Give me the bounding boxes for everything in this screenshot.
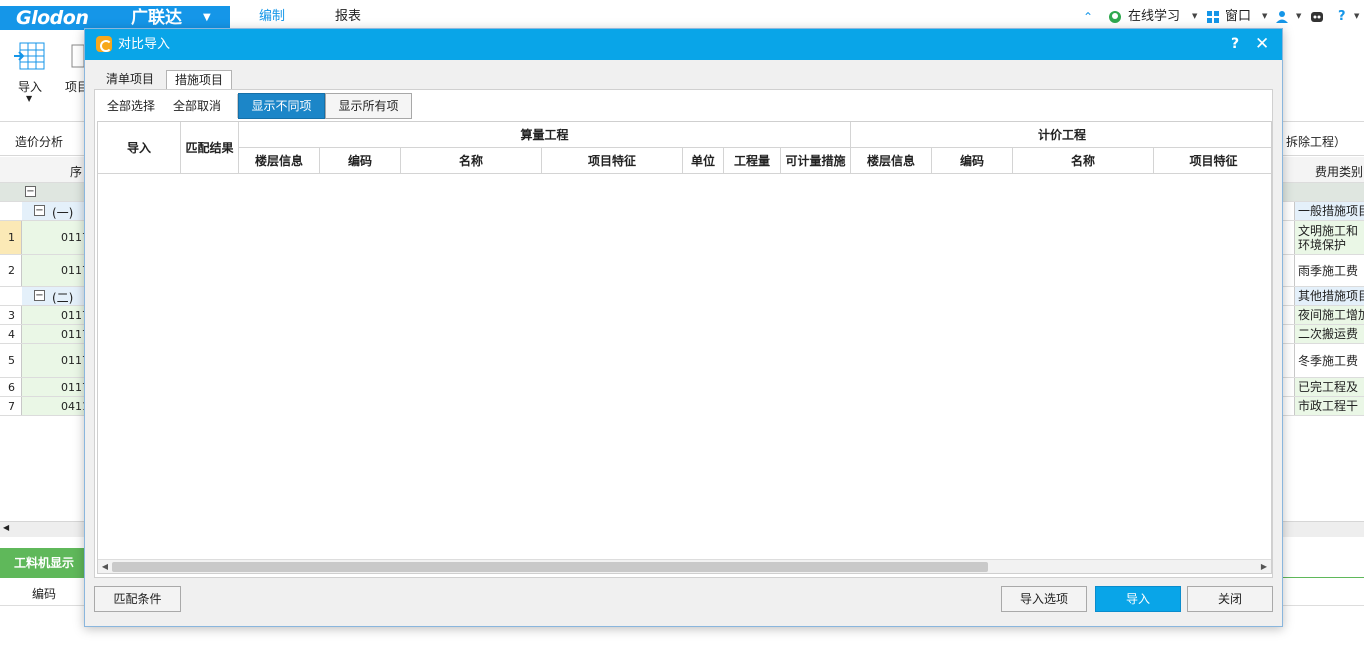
menu-tab-edit[interactable]: 编制 <box>259 9 285 25</box>
chevron-down-icon[interactable]: ▼ <box>1354 11 1359 21</box>
header-left-floor-info: 楼层信息 <box>239 148 320 174</box>
scrollbar-thumb[interactable] <box>112 562 988 572</box>
header-left-measurable: 可计量措施 <box>781 148 851 174</box>
chevron-down-icon[interactable]: ▼ <box>203 6 211 30</box>
window-menu[interactable]: 窗口 <box>1225 8 1251 26</box>
chevron-down-icon[interactable]: ▼ <box>1296 11 1301 21</box>
fee-cell: 市政工程干 <box>1294 397 1364 415</box>
header-left-quantity: 工程量 <box>724 148 781 174</box>
dialog-title: 对比导入 <box>118 37 171 52</box>
close-icon[interactable]: ✕ <box>1255 29 1269 60</box>
header-fee-type: 费用类别 <box>1315 165 1364 179</box>
compare-table: 导入 匹配结果 算量工程 计价工程 楼层信息 编码 名称 项目特征 单位 工程量… <box>97 121 1272 574</box>
header-code: 编码 <box>32 587 57 601</box>
import-options-button[interactable]: 导入选项 <box>1001 586 1087 612</box>
project-icon <box>71 44 84 68</box>
menu-tab-report[interactable]: 报表 <box>335 9 361 25</box>
fee-cell: 二次搬运费 <box>1294 325 1364 343</box>
show-all-toggle[interactable]: 显示所有项 <box>325 93 412 119</box>
row-number: 5 <box>0 344 22 377</box>
fee-cell: 其他措施项目 <box>1294 287 1364 305</box>
online-learning-link[interactable]: 在线学习 <box>1128 8 1180 26</box>
collapse-icon[interactable]: − <box>34 290 45 301</box>
header-left-features: 项目特征 <box>542 148 683 174</box>
group-label: (一) <box>52 206 74 220</box>
tab-cost-analysis[interactable]: 造价分析 <box>15 133 63 150</box>
fee-cell: 雨季施工费 <box>1294 255 1364 286</box>
dialog-title-bar[interactable]: 对比导入 ? ✕ <box>85 29 1282 60</box>
import-button-label[interactable]: 导入 <box>18 78 42 95</box>
fee-cell: 一般措施项目 <box>1294 202 1364 220</box>
header-import: 导入 <box>98 122 181 174</box>
scroll-left-icon[interactable]: ◀ <box>98 560 112 573</box>
fee-cell: 文明施工和环境保护 <box>1294 221 1364 254</box>
fee-cell: 已完工程及 <box>1294 378 1364 396</box>
row-number: 6 <box>0 378 22 396</box>
show-differences-toggle[interactable]: 显示不同项 <box>238 93 325 119</box>
help-link[interactable]: ? <box>1338 8 1346 26</box>
scroll-left-icon[interactable]: ◀ <box>3 523 9 532</box>
help-icon[interactable]: ? <box>1231 29 1239 60</box>
group-label: (二) <box>52 291 74 305</box>
app-logo[interactable]: Glodon 广联达 ▼ <box>0 6 230 30</box>
online-learning-icon <box>1109 11 1121 23</box>
header-group-quantity-project: 算量工程 <box>239 122 851 148</box>
logo-cn: 广联达 <box>131 8 182 28</box>
tab-labor-material-machine[interactable]: 工料机显示 <box>0 548 88 578</box>
chevron-down-icon[interactable]: ▼ <box>1192 11 1197 21</box>
row-number: 2 <box>0 255 22 286</box>
import-button[interactable]: 导入 <box>1095 586 1181 612</box>
header-right-features: 项目特征 <box>1154 148 1271 174</box>
collapse-icon[interactable]: − <box>34 205 45 216</box>
user-icon[interactable] <box>1275 10 1289 24</box>
header-left-code: 编码 <box>320 148 401 174</box>
import-table-icon[interactable] <box>14 42 46 70</box>
fee-cell: 冬季施工费 <box>1294 344 1364 377</box>
tab-demolition-partial[interactable]: 拆除工程） <box>1286 133 1346 150</box>
app-badge-icon <box>96 36 112 52</box>
header-right-name: 名称 <box>1013 148 1154 174</box>
header-right-floor-info: 楼层信息 <box>851 148 932 174</box>
logo-text: Glodon <box>16 7 89 29</box>
fee-cell: 夜间施工增加 <box>1294 306 1364 324</box>
compare-import-dialog: 对比导入 ? ✕ 清单项目 措施项目 全部选择 全部取消 显示不同项 显示所有项… <box>84 28 1283 627</box>
measure-items-panel: 全部选择 全部取消 显示不同项 显示所有项 导入 匹配结果 算量工程 计价工程 … <box>94 89 1273 578</box>
header-seq: 序 <box>70 165 83 179</box>
header-match-result: 匹配结果 <box>181 122 239 174</box>
header-group-pricing-project: 计价工程 <box>851 122 1271 148</box>
table-horizontal-scrollbar[interactable]: ◀ ▶ <box>98 559 1271 573</box>
top-bar: Glodon 广联达 ▼ 编制 报表 ⌃ 在线学习 ▼ 窗口 ▼ ▼ ? ▼ <box>0 0 1364 30</box>
row-number: 3 <box>0 306 22 324</box>
select-all-button[interactable]: 全部选择 <box>107 97 155 115</box>
row-number: 1 <box>0 221 22 254</box>
tab-bill-items[interactable]: 清单项目 <box>98 70 162 90</box>
row-number: 7 <box>0 397 22 415</box>
window-grid-icon <box>1207 11 1219 23</box>
scroll-right-icon[interactable]: ▶ <box>1257 560 1271 573</box>
match-conditions-button[interactable]: 匹配条件 <box>94 586 181 612</box>
tab-measure-items[interactable]: 措施项目 <box>166 70 233 90</box>
collapse-ribbon-icon[interactable]: ⌃ <box>1083 8 1093 26</box>
deselect-all-button[interactable]: 全部取消 <box>173 97 221 115</box>
chevron-down-icon[interactable]: ▼ <box>1262 11 1267 21</box>
row-number: 4 <box>0 325 22 343</box>
header-left-unit: 单位 <box>683 148 724 174</box>
chevron-down-icon[interactable]: ▼ <box>26 94 32 103</box>
header-left-name: 名称 <box>401 148 542 174</box>
collapse-icon[interactable]: − <box>25 186 36 197</box>
assistant-icon[interactable] <box>1310 10 1324 24</box>
close-button[interactable]: 关闭 <box>1187 586 1273 612</box>
header-right-code: 编码 <box>932 148 1013 174</box>
